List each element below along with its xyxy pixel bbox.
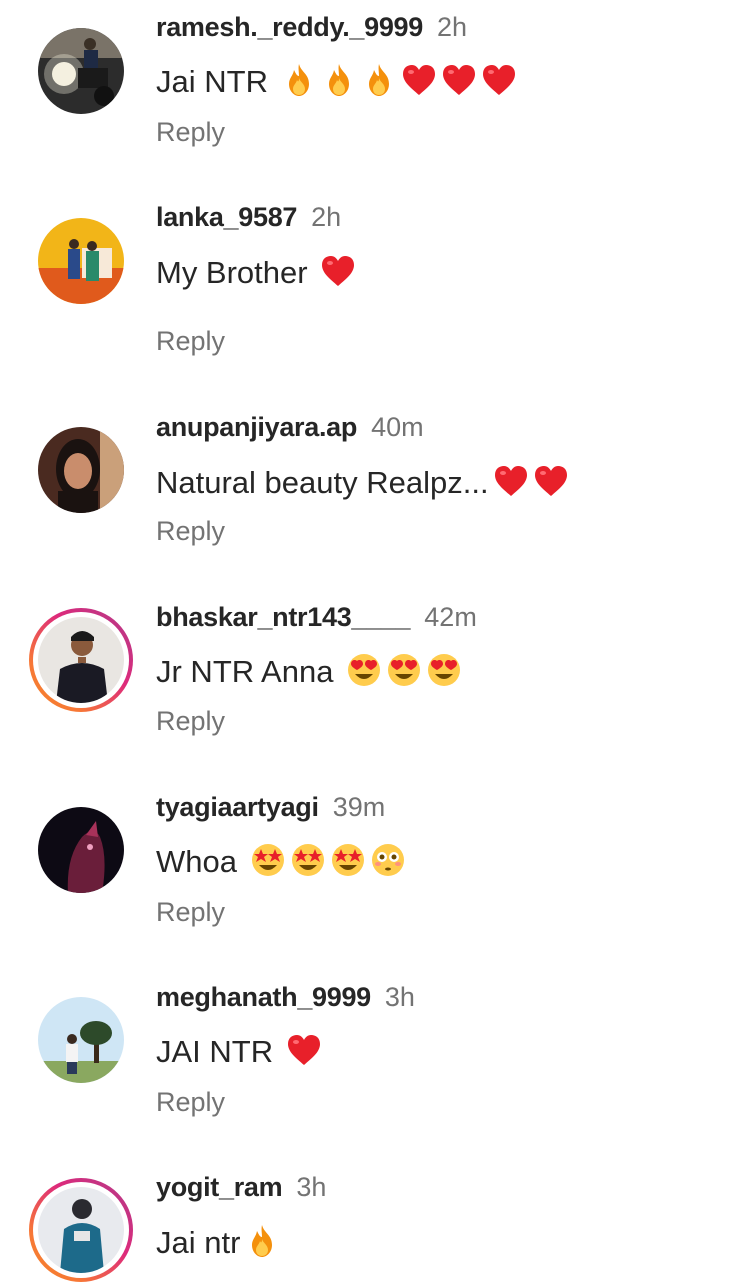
fire-emoji-icon bbox=[281, 62, 317, 98]
heart-emoji-icon bbox=[286, 1032, 322, 1068]
comment-time: 42m bbox=[424, 602, 477, 632]
avatar[interactable] bbox=[38, 427, 124, 513]
comment-emojis bbox=[240, 1225, 280, 1260]
comment-username[interactable]: meghanath_9999 bbox=[156, 982, 371, 1012]
comment-text: Whoa bbox=[156, 844, 237, 879]
reply-button[interactable]: Reply bbox=[156, 516, 225, 547]
comment-emojis bbox=[246, 844, 406, 879]
heart-emoji-icon bbox=[320, 253, 356, 289]
comment-text-row: My Brother bbox=[156, 253, 356, 291]
avatar[interactable] bbox=[38, 807, 124, 893]
fire-emoji-icon bbox=[244, 1223, 280, 1259]
avatar-image bbox=[38, 617, 124, 703]
comment-time: 3h bbox=[384, 982, 415, 1012]
comment-text-row: Jr NTR Anna bbox=[156, 652, 462, 690]
comment-text: Jr NTR Anna bbox=[156, 654, 334, 689]
fire-emoji-icon bbox=[321, 62, 357, 98]
comment-text: Jai NTR bbox=[156, 64, 268, 99]
avatar[interactable] bbox=[38, 218, 124, 304]
comment-time: 2h bbox=[311, 202, 342, 232]
comment-text: JAI NTR bbox=[156, 1034, 274, 1069]
avatar-image bbox=[38, 1187, 124, 1273]
comment-emojis bbox=[277, 64, 517, 99]
avatar-image bbox=[38, 218, 124, 304]
comment-text-row: Jai NTR bbox=[156, 62, 517, 100]
reply-button[interactable]: Reply bbox=[156, 706, 225, 737]
avatar[interactable] bbox=[38, 997, 124, 1083]
reply-button[interactable]: Reply bbox=[156, 1087, 225, 1118]
comment-text: Natural beauty Realpz... bbox=[156, 465, 489, 500]
star-struck-emoji-icon bbox=[250, 842, 286, 878]
comment-text: My Brother bbox=[156, 255, 308, 290]
flushed-emoji-icon bbox=[370, 842, 406, 878]
heart-emoji-icon bbox=[441, 62, 477, 98]
comment-username[interactable]: tyagiaartyagi bbox=[156, 792, 319, 822]
star-struck-emoji-icon bbox=[330, 842, 366, 878]
avatar-story-ring[interactable] bbox=[29, 1178, 133, 1282]
comment-text-row: Natural beauty Realpz... bbox=[156, 463, 569, 501]
comment-text: Jai ntr bbox=[156, 1225, 241, 1260]
comment-text-row: Whoa bbox=[156, 842, 406, 880]
comment-emojis bbox=[282, 1034, 322, 1069]
comment-time: 2h bbox=[436, 12, 468, 42]
heart-emoji-icon bbox=[401, 62, 437, 98]
avatar-image bbox=[38, 427, 124, 513]
comment-username[interactable]: ramesh._reddy._9999 bbox=[156, 12, 423, 42]
avatar-image bbox=[38, 28, 124, 114]
avatar-image bbox=[38, 807, 124, 893]
comment-time: 40m bbox=[371, 412, 424, 442]
comment-text-row: Jai ntr bbox=[156, 1223, 280, 1261]
comment-text-row: JAI NTR bbox=[156, 1032, 322, 1070]
comment-username[interactable]: bhaskar_ntr143____ bbox=[156, 602, 411, 632]
reply-button[interactable]: Reply bbox=[156, 117, 225, 148]
comment-time: 3h bbox=[296, 1172, 327, 1202]
comment-username[interactable]: lanka_9587 bbox=[156, 202, 297, 232]
heart-eyes-emoji-icon bbox=[386, 652, 422, 688]
reply-button[interactable]: Reply bbox=[156, 326, 225, 357]
heart-emoji-icon bbox=[481, 62, 517, 98]
star-struck-emoji-icon bbox=[290, 842, 326, 878]
comment-emojis bbox=[489, 465, 569, 500]
fire-emoji-icon bbox=[361, 62, 397, 98]
avatar-story-ring[interactable] bbox=[29, 608, 133, 712]
comment-emojis bbox=[316, 255, 356, 290]
comment-time: 39m bbox=[332, 792, 386, 822]
avatar-image bbox=[38, 997, 124, 1083]
heart-emoji-icon bbox=[493, 463, 529, 499]
heart-eyes-emoji-icon bbox=[346, 652, 382, 688]
comment-emojis bbox=[342, 654, 462, 689]
heart-eyes-emoji-icon bbox=[426, 652, 462, 688]
heart-emoji-icon bbox=[533, 463, 569, 499]
avatar[interactable] bbox=[38, 28, 124, 114]
comment-username[interactable]: anupanjiyara.ap bbox=[156, 412, 357, 442]
reply-button[interactable]: Reply bbox=[156, 897, 225, 928]
comment-username[interactable]: yogit_ram bbox=[156, 1172, 283, 1202]
